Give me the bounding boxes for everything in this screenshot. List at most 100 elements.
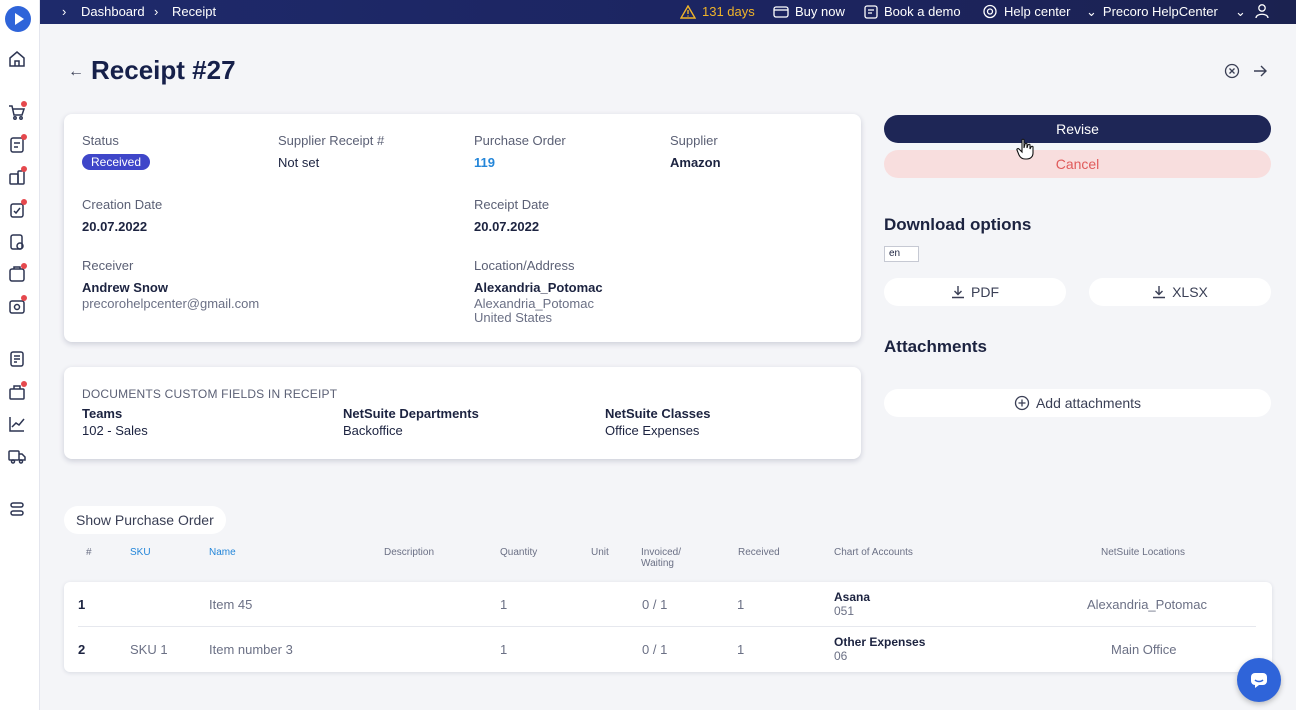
purchase-order-label: Purchase Order: [474, 133, 566, 148]
calendar-icon: [864, 5, 878, 19]
breadcrumb-dashboard[interactable]: Dashboard: [81, 3, 145, 20]
supplier-receipt-label: Supplier Receipt #: [278, 133, 385, 148]
show-purchase-order-button[interactable]: Show Purchase Order: [64, 506, 226, 534]
purchase-cart-icon[interactable]: [8, 101, 27, 121]
analytics-icon[interactable]: [8, 415, 26, 433]
supplier-receipt-value: Not set: [278, 155, 320, 170]
suppliers-icon[interactable]: [8, 166, 27, 186]
chevron-down-icon[interactable]: ⌄: [1235, 3, 1246, 20]
col-header-chart-of-accounts: Chart of Accounts: [834, 547, 913, 558]
settings-icon[interactable]: [8, 500, 26, 518]
location-line-2: United States: [474, 310, 553, 325]
creation-date-value: 20.07.2022: [82, 219, 148, 234]
chevron-right-icon: ›: [154, 4, 159, 19]
download-pdf-button[interactable]: PDF: [884, 278, 1066, 306]
book-demo-label: Book a demo: [884, 4, 961, 19]
cancel-button[interactable]: Cancel: [884, 150, 1271, 178]
next-arrow-icon[interactable]: [1252, 63, 1268, 79]
page-title: Receipt #27: [91, 55, 236, 85]
lifebuoy-icon: [983, 4, 997, 19]
row-1-num: 1: [78, 597, 86, 612]
supplier-label: Supplier: [670, 133, 718, 148]
back-arrow-icon[interactable]: ←: [68, 63, 84, 81]
plus-circle-icon: [1014, 395, 1030, 411]
custom-field-label: NetSuite Departments: [343, 406, 479, 421]
row-1-received: 1: [737, 597, 745, 612]
row-divider: [78, 626, 1256, 627]
row-2-num: 2: [78, 642, 86, 657]
account-menu[interactable]: ⌄ Precoro HelpCenter: [1086, 3, 1218, 20]
hand-cursor-icon: [1016, 138, 1034, 160]
revise-button[interactable]: Revise: [884, 115, 1271, 143]
items-table: [64, 582, 1272, 672]
row-2-coa-code: 06: [834, 649, 848, 663]
orders-icon[interactable]: [8, 134, 27, 154]
row-1-name: Item 45: [209, 597, 253, 612]
row-1-quantity: 1: [500, 597, 508, 612]
download-xlsx-button[interactable]: XLSX: [1089, 278, 1271, 306]
row-1-coa-name: Asana: [834, 590, 871, 604]
custom-field-value: 102 - Sales: [82, 423, 148, 438]
col-header-unit: Unit: [591, 547, 609, 558]
close-circle-icon[interactable]: [1224, 63, 1240, 79]
custom-field-label: NetSuite Classes: [605, 406, 711, 421]
sidebar: [0, 0, 40, 710]
creation-date-label: Creation Date: [82, 197, 163, 212]
location-label: Location/Address: [474, 258, 575, 273]
row-2-received: 1: [737, 642, 745, 657]
row-2-location: Main Office: [1111, 642, 1177, 657]
payments-icon[interactable]: [8, 295, 27, 315]
receipt-date-label: Receipt Date: [474, 197, 550, 212]
user-icon[interactable]: [1254, 3, 1276, 20]
purchase-order-link[interactable]: 119: [474, 155, 495, 170]
supplier-value: Amazon: [670, 155, 721, 170]
col-header-invoiced-line-2: Waiting: [641, 558, 674, 569]
warning-icon: [679, 4, 697, 19]
row-1-coa-code: 051: [834, 604, 855, 618]
approvals-icon[interactable]: [8, 199, 27, 219]
receipts-icon[interactable]: [8, 233, 26, 251]
add-attachments-button[interactable]: Add attachments: [884, 389, 1271, 417]
card-icon: [773, 6, 789, 18]
custom-field-value: Office Expenses: [605, 423, 700, 438]
pdf-label: PDF: [971, 284, 999, 300]
col-header-invoiced-line-1: Invoiced/: [641, 547, 682, 558]
home-icon[interactable]: [8, 50, 26, 68]
row-1-invoiced: 0 / 1: [642, 597, 668, 612]
trial-days: 131 days: [702, 4, 755, 19]
custom-field-value: Backoffice: [343, 423, 403, 438]
xlsx-label: XLSX: [1172, 284, 1208, 300]
col-header-quantity: Quantity: [500, 547, 538, 558]
budgets-icon[interactable]: [8, 350, 26, 368]
help-center-link[interactable]: Help center: [982, 3, 1070, 20]
receiver-email: precorohelpcenter@gmail.com: [82, 296, 260, 311]
chat-bubble-icon[interactable]: [1237, 658, 1281, 702]
col-header-num: #: [86, 547, 92, 558]
row-1-location: Alexandria_Potomac: [1087, 597, 1207, 612]
row-2-name: Item number 3: [209, 642, 293, 657]
receipt-details-card: Status Received Supplier Receipt # Not s…: [64, 114, 861, 342]
location-name: Alexandria_Potomac: [474, 280, 603, 295]
breadcrumb-receipt: Receipt: [172, 4, 217, 19]
receiver-name: Andrew Snow: [82, 280, 168, 295]
col-header-sku[interactable]: SKU: [130, 547, 151, 558]
trial-warning[interactable]: 131 days: [679, 3, 755, 20]
invoices-icon[interactable]: [8, 263, 27, 283]
custom-fields-title: DOCUMENTS CUSTOM FIELDS IN RECEIPT: [82, 387, 338, 401]
status-badge: Received: [82, 154, 151, 170]
col-header-name[interactable]: Name: [209, 547, 236, 558]
app-logo-icon[interactable]: [5, 6, 31, 32]
language-select[interactable]: en: [884, 246, 919, 262]
col-header-netsuite-locations: NetSuite Locations: [1101, 547, 1185, 558]
delivery-truck-icon[interactable]: [8, 447, 26, 465]
book-demo-link[interactable]: Book a demo: [864, 3, 961, 20]
location-line-1: Alexandria_Potomac: [474, 296, 594, 311]
receipt-date-value: 20.07.2022: [474, 219, 540, 234]
buy-now-link[interactable]: Buy now: [773, 3, 845, 20]
row-2-sku: SKU 1: [130, 642, 168, 657]
receiver-label: Receiver: [82, 258, 134, 273]
warehouse-icon[interactable]: [8, 381, 27, 401]
download-icon: [952, 286, 964, 299]
col-header-invoiced: Invoiced/Waiting: [641, 547, 681, 569]
top-bar: › Dashboard › Receipt 131 days Buy now B…: [40, 0, 1296, 24]
